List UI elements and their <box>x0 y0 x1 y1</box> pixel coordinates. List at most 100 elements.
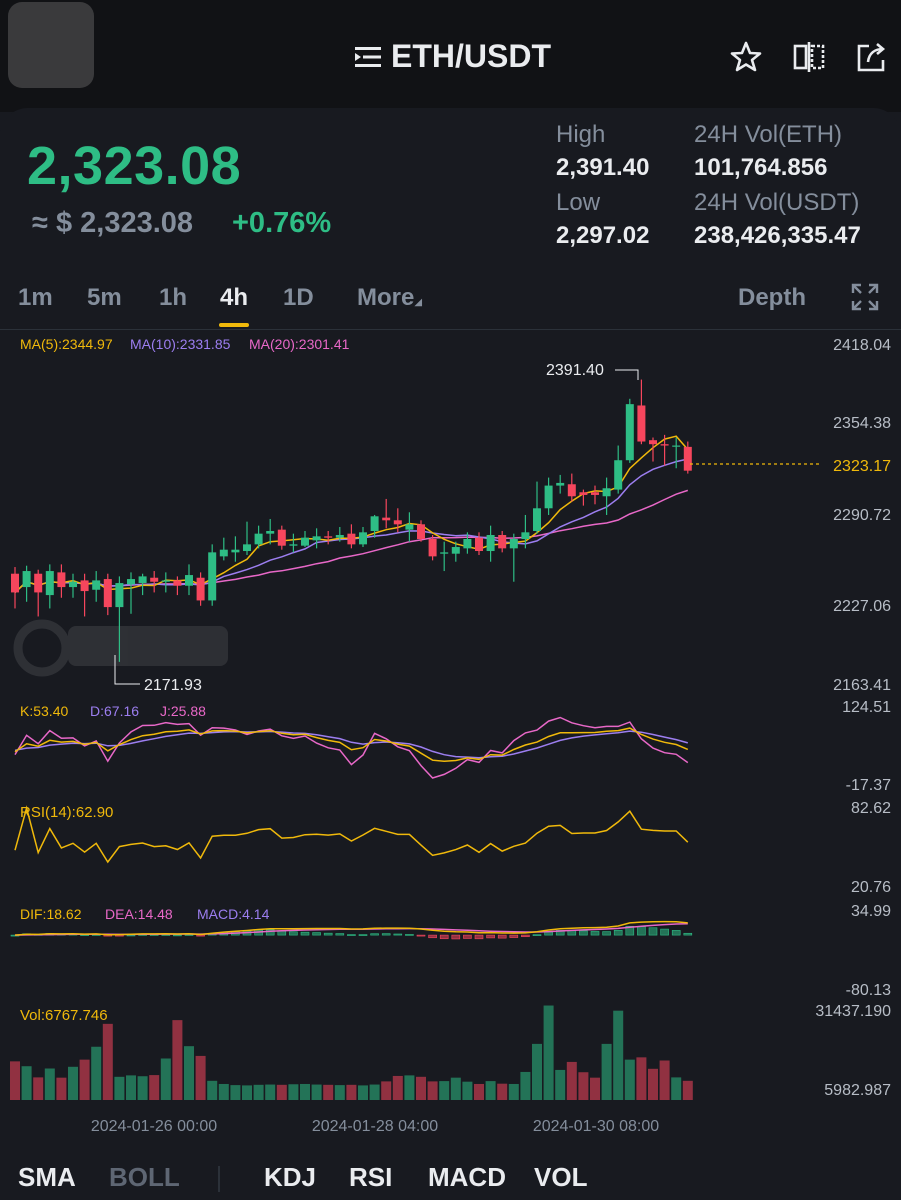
price-axis-tick: 2354.38 <box>833 415 891 432</box>
volume-bar <box>346 1084 357 1100</box>
candle-body <box>243 544 251 552</box>
volume-bar <box>682 1080 693 1100</box>
pair-selector[interactable]: ETH/USDT <box>355 38 551 75</box>
volume-bar <box>439 1081 450 1100</box>
macd-histogram-bar <box>370 933 379 936</box>
candle-body <box>672 445 681 447</box>
macd-histogram-bar <box>451 934 461 940</box>
volume-bar <box>126 1075 136 1100</box>
indicator-sma[interactable]: SMA <box>18 1162 76 1193</box>
volume-bar <box>636 1057 647 1100</box>
tab-5m[interactable]: 5m <box>87 284 122 312</box>
volume-axis-tick: 31437.190 <box>815 1003 891 1020</box>
indicator-kdj[interactable]: KDJ <box>264 1162 316 1193</box>
candle-body <box>45 571 54 596</box>
macd-dea-legend: DEA:14.48 <box>105 906 173 922</box>
indicator-vol[interactable]: VOL <box>534 1162 587 1193</box>
volume-bar <box>323 1084 334 1100</box>
volume-bar <box>288 1084 299 1100</box>
candle-body <box>347 533 356 545</box>
volume-bar <box>566 1061 577 1100</box>
fullscreen-icon[interactable] <box>851 283 879 311</box>
watermark-logo <box>13 619 228 677</box>
macd-histogram-bar <box>486 934 495 939</box>
tab-more[interactable]: More◢ <box>357 284 422 312</box>
star-icon[interactable] <box>729 40 763 74</box>
volume-bar <box>218 1083 229 1100</box>
tab-1d[interactable]: 1D <box>283 284 314 312</box>
share-icon[interactable] <box>855 40 889 74</box>
candle-body <box>417 524 425 540</box>
volume-bar <box>543 1005 554 1100</box>
macd-histogram-bar <box>521 934 530 938</box>
candle-body <box>335 534 344 538</box>
macd-histogram-bar <box>358 934 368 936</box>
indicator-macd[interactable]: MACD <box>428 1162 506 1193</box>
avatar[interactable] <box>8 2 94 88</box>
candle-body <box>382 517 391 521</box>
vol-usdt-label: 24H Vol(USDT) <box>694 189 860 216</box>
min-price-label: 2171.93 <box>144 677 202 694</box>
indicator-divider <box>218 1166 220 1192</box>
candle-body <box>115 583 124 608</box>
macd-histogram-bar <box>428 934 437 939</box>
volume-axis-tick: 5982.987 <box>824 1082 891 1099</box>
candle-body <box>602 488 611 497</box>
caret-down-icon: ◢ <box>414 297 423 308</box>
candle-body <box>324 536 333 538</box>
kline-chart[interactable]: 2418.04 2354.38 2290.72 2227.06 2163.41 … <box>0 330 901 1140</box>
indicator-rsi[interactable]: RSI <box>349 1162 392 1193</box>
candle-body <box>312 536 321 541</box>
macd-histogram-bar <box>648 927 658 936</box>
candle-body <box>393 520 402 525</box>
volume-bar <box>160 1058 171 1100</box>
macd-histogram-bar <box>671 930 681 936</box>
tab-4h[interactable]: 4h <box>220 284 248 312</box>
volume-bar <box>172 1020 183 1100</box>
price-axis-tick: 2163.41 <box>833 677 891 694</box>
macd-histogram-bar <box>312 932 321 936</box>
volume-bar <box>532 1043 542 1100</box>
tab-1h[interactable]: 1h <box>159 284 187 312</box>
candle-body <box>359 532 367 545</box>
macd-histogram-bar <box>544 931 553 936</box>
candle-body <box>231 549 240 553</box>
candle-body <box>34 573 43 593</box>
macd-histogram-bar <box>509 934 519 938</box>
candle-body <box>173 580 182 586</box>
indicator-boll[interactable]: BOLL <box>109 1162 180 1193</box>
ma5-line <box>14 435 689 593</box>
macd-legend: MACD:4.14 <box>197 906 270 922</box>
ma20-legend: MA(20):2301.41 <box>249 336 350 352</box>
candle-body <box>277 529 286 546</box>
time-axis-label: 2024-01-30 08:00 <box>533 1118 659 1135</box>
macd-histogram-bar <box>613 929 623 936</box>
candle-body <box>11 573 19 593</box>
split-view-icon[interactable] <box>792 40 826 74</box>
kdj-k-legend: K:53.40 <box>20 703 68 719</box>
volume-bar <box>265 1084 276 1100</box>
tab-depth[interactable]: Depth <box>738 284 806 312</box>
volume-bar <box>578 1072 589 1100</box>
max-price-pointer <box>615 369 639 380</box>
volume-bar <box>427 1081 438 1100</box>
candle-body <box>556 482 565 486</box>
tab-1m[interactable]: 1m <box>18 284 53 312</box>
macd-histogram-bar <box>289 931 298 936</box>
candle-body <box>266 530 275 534</box>
vol-eth-label: 24H Vol(ETH) <box>694 121 843 148</box>
last-price: 2,323.08 <box>27 136 242 196</box>
volume-bar <box>21 1066 32 1100</box>
candle-body <box>567 484 576 497</box>
macd-histogram-bar <box>463 934 472 939</box>
candle-body <box>544 485 553 509</box>
candle-body <box>521 532 530 540</box>
candle-body <box>103 579 112 608</box>
volume-bar <box>56 1077 67 1100</box>
price-axis-tick: 2418.04 <box>833 337 891 354</box>
volume-bar <box>44 1068 55 1100</box>
candle-body <box>127 579 135 585</box>
kdj-axis-tick: 124.51 <box>842 699 891 716</box>
macd-histogram-bar <box>660 928 669 936</box>
candle-body <box>625 404 634 461</box>
